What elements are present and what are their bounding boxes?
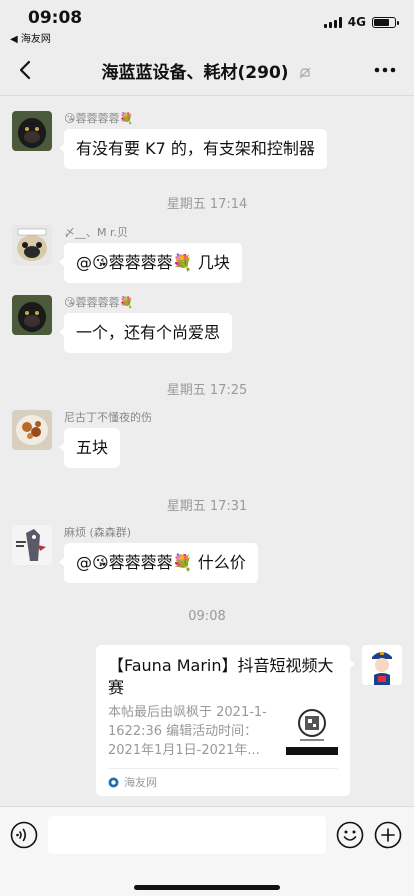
chat-title: 海蓝蓝设备、耗材(290) bbox=[60, 58, 354, 83]
battery-icon bbox=[372, 16, 399, 28]
back-to-app-link[interactable]: ◀ 海友网 bbox=[10, 30, 51, 45]
pug-avatar[interactable] bbox=[12, 225, 52, 265]
bell-off-icon bbox=[300, 67, 311, 79]
message-bubble[interactable]: 有没有要 K7 的，有支架和控制器 bbox=[59, 129, 327, 169]
chat-header: 海蓝蓝设备、耗材(290) bbox=[0, 44, 414, 96]
cartoon-avatar[interactable] bbox=[12, 525, 52, 565]
time-divider: 09:08 bbox=[188, 609, 226, 624]
sender-name: 麻烦 (森森群) bbox=[64, 526, 132, 539]
more-dots-icon[interactable] bbox=[370, 56, 400, 84]
police-cartoon-avatar[interactable] bbox=[362, 645, 402, 685]
message-item-self: 【Fauna Marin】抖音短视频大赛 本帖最后由飒枫于 2021-1-162… bbox=[96, 645, 402, 796]
input-bar bbox=[0, 806, 414, 896]
status-indicators: 4G bbox=[323, 15, 399, 29]
monkey-avatar[interactable] bbox=[12, 295, 52, 335]
sender-name: 〆__、M r.贝 bbox=[64, 226, 128, 239]
message-bubble[interactable]: @😘蓉蓉蓉蓉💐 几块 bbox=[59, 243, 242, 283]
food-avatar[interactable] bbox=[12, 410, 52, 450]
chat-area[interactable]: 😘蓉蓉蓉蓉💐 有没有要 K7 的，有支架和控制器 星期五 17:14 〆__、M… bbox=[0, 97, 414, 806]
chevron-left-icon[interactable] bbox=[12, 56, 40, 84]
message-bubble[interactable]: 一个，还有个尚爱思 bbox=[58, 313, 233, 353]
qr-thumbnail bbox=[286, 703, 338, 755]
plus-circle-icon[interactable] bbox=[374, 821, 402, 849]
battery-level bbox=[374, 18, 389, 26]
message-item: 😘蓉蓉蓉蓉💐 一个，还有个尚爱思 bbox=[12, 295, 233, 353]
group-name: 海蓝蓝设备、耗材(290) bbox=[101, 63, 289, 83]
time-divider: 星期五 17:14 bbox=[166, 197, 248, 212]
message-bubble[interactable]: 五块 bbox=[58, 428, 121, 468]
card-title: 【Fauna Marin】抖音短视频大赛 bbox=[108, 656, 334, 697]
message-item: 😘蓉蓉蓉蓉💐 有没有要 K7 的，有支架和控制器 bbox=[12, 111, 327, 169]
message-input[interactable] bbox=[48, 816, 326, 854]
link-card[interactable]: 【Fauna Marin】抖音短视频大赛 本帖最后由飒枫于 2021-1-162… bbox=[96, 645, 355, 796]
emoji-icon[interactable] bbox=[336, 821, 364, 849]
card-source: 海友网 bbox=[124, 776, 157, 789]
sender-name: 尼古丁不懂夜的伤 bbox=[64, 411, 152, 424]
sender-name: 😘蓉蓉蓉蓉💐 bbox=[64, 112, 134, 125]
haiyouwang-logo-icon bbox=[108, 777, 119, 787]
time-divider: 星期五 17:25 bbox=[166, 383, 248, 398]
status-time: 09:08 bbox=[28, 8, 83, 28]
voice-icon[interactable] bbox=[10, 821, 38, 849]
message-item: 麻烦 (森森群) @😘蓉蓉蓉蓉💐 什么价 bbox=[12, 525, 258, 583]
sender-name: 😘蓉蓉蓉蓉💐 bbox=[64, 296, 134, 309]
card-description: 本帖最后由飒枫于 2021-1-1622:36 编辑活动时间：2021年1月1日… bbox=[108, 705, 267, 758]
time-divider: 星期五 17:31 bbox=[166, 499, 248, 514]
monkey-avatar[interactable] bbox=[12, 111, 52, 151]
signal-bars-icon bbox=[323, 16, 342, 28]
status-bar: 09:08 ◀ 海友网 4G bbox=[0, 0, 414, 45]
message-bubble[interactable]: @😘蓉蓉蓉蓉💐 什么价 bbox=[59, 543, 258, 583]
message-item: 尼古丁不懂夜的伤 五块 bbox=[12, 410, 152, 468]
home-indicator[interactable] bbox=[134, 885, 280, 890]
network-type: 4G bbox=[347, 15, 366, 29]
message-item: 〆__、M r.贝 @😘蓉蓉蓉蓉💐 几块 bbox=[12, 225, 242, 283]
